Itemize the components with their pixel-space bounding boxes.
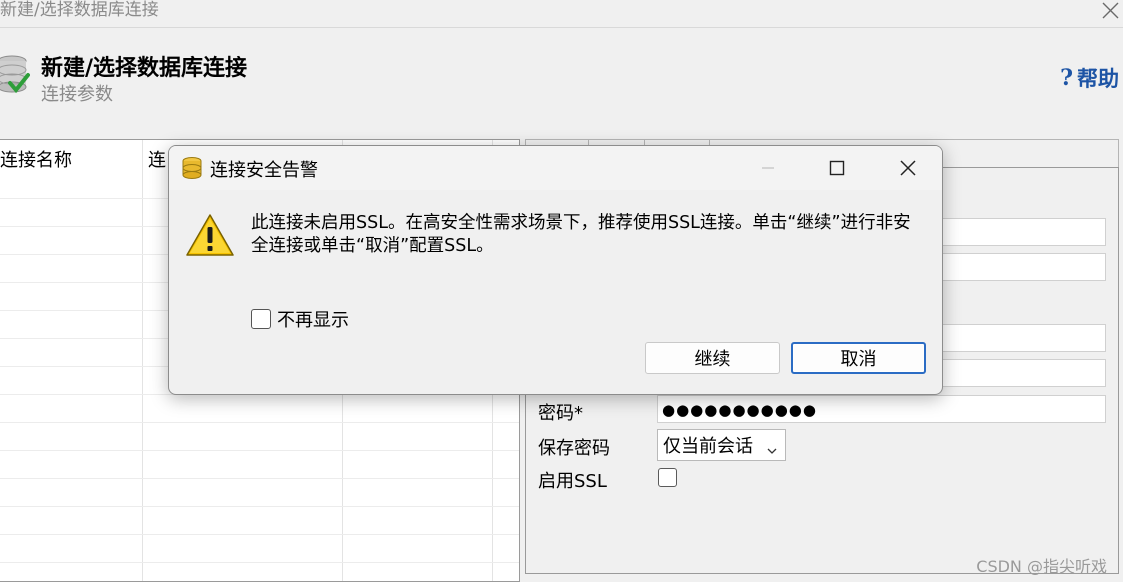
help-label: 帮助	[1077, 67, 1119, 91]
help-icon: ?	[1060, 65, 1073, 91]
save-password-label: 保存密码	[538, 438, 610, 459]
database-check-icon	[0, 53, 30, 97]
security-alert-dialog: 连接安全告警 此连接未启用SSL。在高安全性需求场景下，推荐使用SSL连接。单击…	[168, 145, 943, 395]
column-header-second[interactable]: 连	[148, 146, 166, 172]
dialog-title: 连接安全告警	[210, 160, 318, 181]
help-link[interactable]: ? 帮助	[1060, 63, 1119, 93]
window-titlebar: 新建/选择数据库连接	[0, 0, 1123, 28]
dont-show-again-checkbox[interactable]: 不再显示	[251, 306, 349, 332]
enable-ssl-checkbox[interactable]	[658, 468, 677, 487]
row-divider	[0, 478, 519, 479]
chevron-down-icon	[767, 440, 777, 454]
enable-ssl-label: 启用SSL	[538, 471, 607, 492]
window-title: 新建/选择数据库连接	[0, 0, 159, 20]
save-password-select[interactable]: 仅当前会话	[657, 429, 786, 461]
database-icon	[181, 156, 203, 180]
minimize-icon[interactable]	[733, 146, 803, 190]
continue-button[interactable]: 继续	[645, 342, 780, 374]
row-divider	[0, 534, 519, 535]
close-icon[interactable]	[873, 146, 942, 190]
row-divider	[0, 562, 519, 563]
checkbox-box[interactable]	[251, 309, 271, 329]
row-divider	[0, 450, 519, 451]
warning-icon	[185, 213, 235, 257]
save-password-value: 仅当前会话	[663, 436, 753, 457]
row-divider	[0, 422, 519, 423]
cancel-button[interactable]: 取消	[791, 342, 926, 374]
watermark: CSDN @指尖听戏	[976, 557, 1107, 576]
maximize-icon[interactable]	[802, 146, 872, 190]
page-title: 新建/选择数据库连接	[41, 55, 248, 81]
password-field[interactable]: ●●●●●●●●●●●	[657, 395, 1106, 423]
password-label: 密码*	[538, 403, 583, 424]
dialog-titlebar[interactable]: 连接安全告警	[169, 146, 942, 190]
page-subtitle: 连接参数	[41, 84, 113, 105]
column-header-connection-name[interactable]: 连接名称	[0, 146, 72, 172]
dont-show-again-label: 不再显示	[277, 310, 349, 331]
column-divider	[142, 140, 143, 581]
close-icon[interactable]	[1099, 0, 1121, 22]
page-header: 新建/选择数据库连接 连接参数 ? 帮助	[0, 29, 1123, 123]
dialog-message: 此连接未启用SSL。在高安全性需求场景下，推荐使用SSL连接。单击“继续”进行非…	[251, 213, 911, 256]
row-divider	[0, 506, 519, 507]
